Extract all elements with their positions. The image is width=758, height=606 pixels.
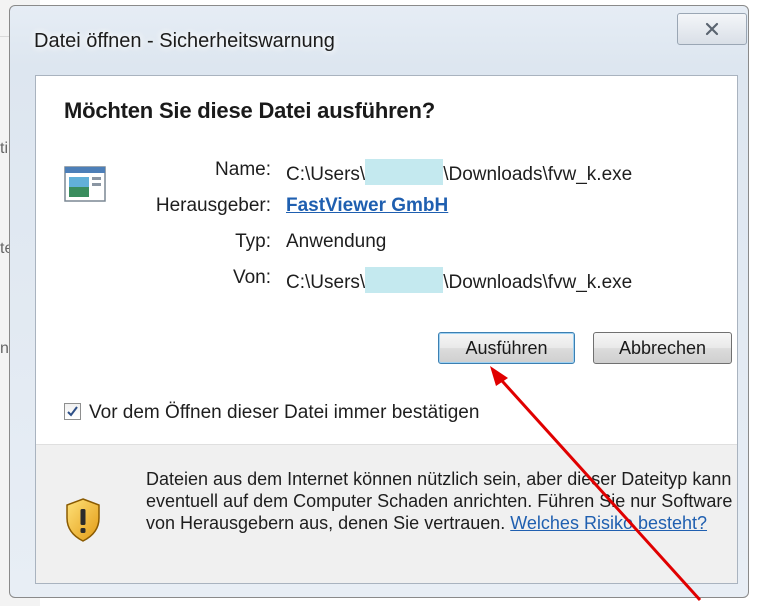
redacted-username (365, 159, 444, 185)
shield-warning-icon (66, 498, 100, 542)
risk-help-link[interactable]: Welches Risiko besteht? (510, 513, 707, 533)
run-button[interactable]: Ausführen (438, 332, 575, 364)
from-value-suffix: \Downloads\fvw_k.exe (443, 272, 633, 293)
dialog-content: Möchten Sie diese Datei ausführen? Name:… (35, 75, 738, 584)
security-warning-text: Dateien aus dem Internet können nützlich… (146, 468, 736, 534)
run-question-heading: Möchten Sie diese Datei ausführen? (64, 98, 435, 123)
name-value: C:\Users\ \Downloads\fvw_k.exe (286, 159, 632, 186)
always-confirm-checkbox[interactable] (64, 403, 81, 420)
cancel-button[interactable]: Abbrechen (593, 332, 732, 364)
type-value: Anwendung (286, 231, 387, 252)
name-value-suffix: \Downloads\fvw_k.exe (443, 164, 633, 185)
from-label: Von: (232, 267, 271, 288)
close-icon (705, 22, 719, 36)
from-value: C:\Users\ \Downloads\fvw_k.exe (286, 267, 632, 294)
always-confirm-label[interactable]: Vor dem Öffnen dieser Datei immer bestät… (89, 402, 479, 424)
redacted-username (365, 267, 444, 293)
title-bar[interactable]: Datei öffnen - Sicherheitswarnung (10, 6, 748, 76)
security-warning-dialog: Datei öffnen - Sicherheitswarnung Möchte… (9, 5, 749, 598)
name-value-prefix: C:\Users\ (286, 164, 366, 185)
publisher-link[interactable]: FastViewer GmbH (286, 195, 448, 217)
background-text-fragment: ti (0, 140, 8, 157)
type-label: Typ: (235, 231, 271, 252)
checkmark-icon (67, 406, 78, 417)
from-value-prefix: C:\Users\ (286, 272, 366, 293)
close-button[interactable] (677, 13, 747, 45)
name-label: Name: (215, 159, 271, 180)
warning-footer: Dateien aus dem Internet können nützlich… (36, 444, 737, 583)
publisher-label: Herausgeber: (155, 195, 271, 216)
dialog-title: Datei öffnen - Sicherheitswarnung (34, 30, 335, 52)
